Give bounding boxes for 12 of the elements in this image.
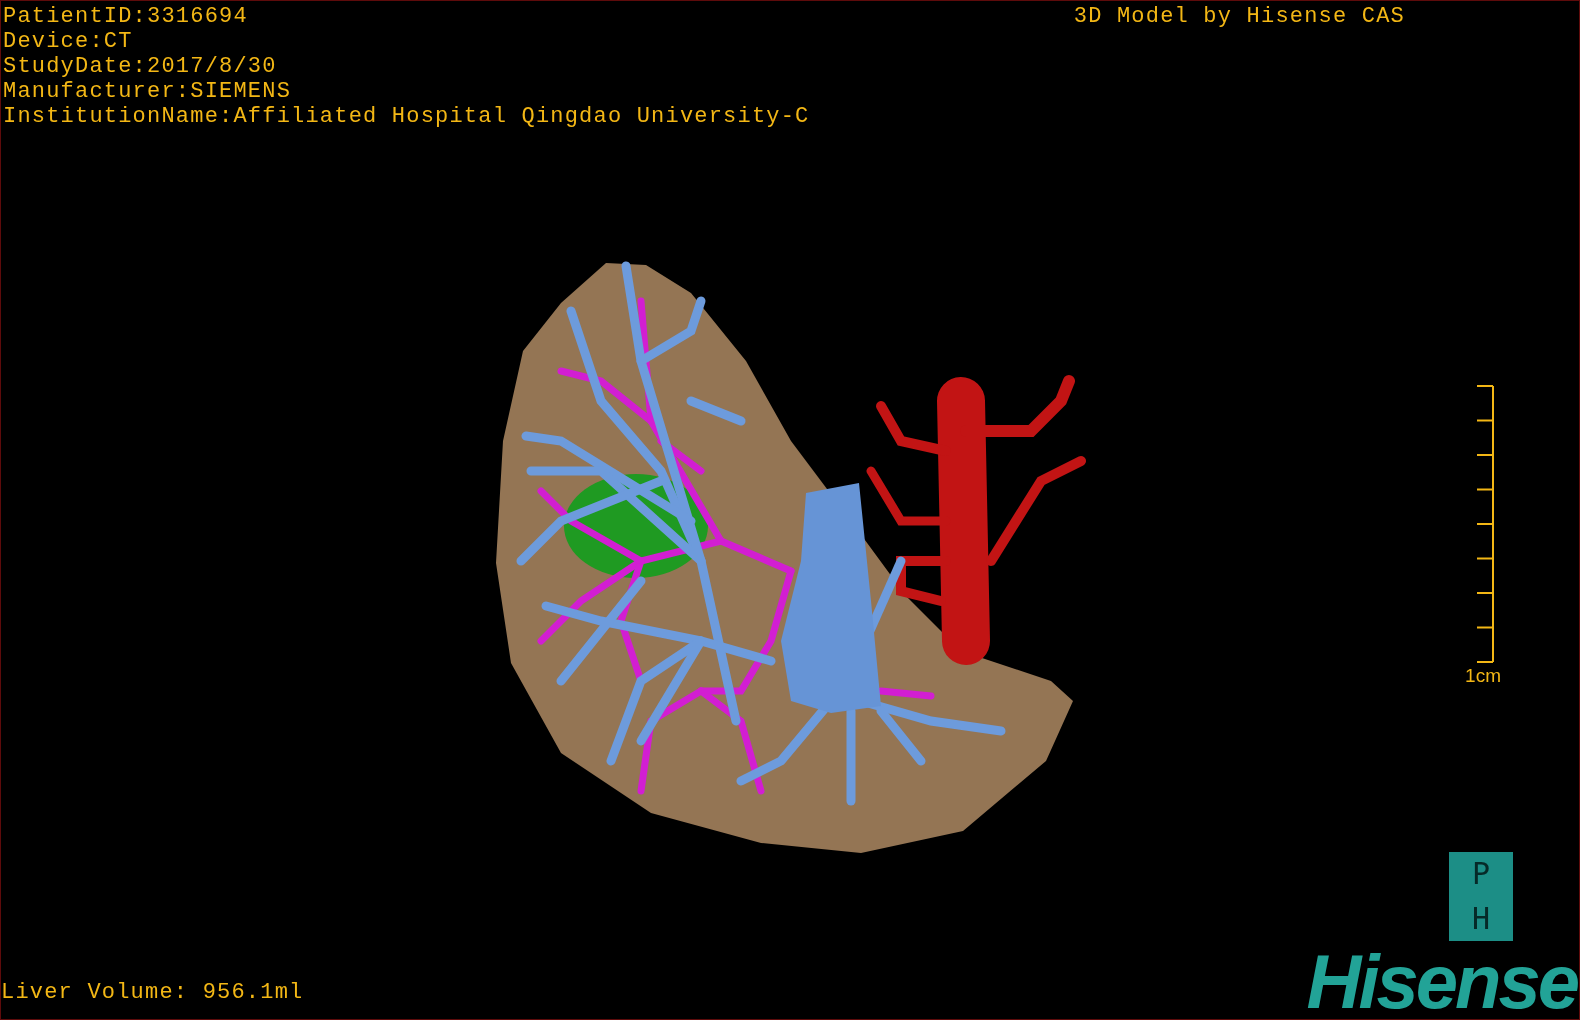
patient-info-text: PatientID:3316694 [3, 4, 248, 29]
viewer-title: 3D Model by Hisense CAS [1073, 4, 1405, 29]
logo-wordmark: Hisense [1306, 951, 1577, 1013]
scale-label: 1cm [1465, 666, 1501, 686]
scale-bar-icon [1475, 384, 1495, 664]
liver-volume-text: Liver Volume: 956.1ml [1, 980, 304, 1005]
patient-info-text: StudyDate:2017/8/30 [3, 54, 277, 79]
badge-letter: P [1471, 858, 1491, 891]
patient-info-text: InstitutionName:Affiliated Hospital Qingdao University-C [3, 104, 810, 129]
patient-info-text: Device:CT [3, 29, 133, 54]
patient-info-text: Manufacturer:SIEMENS [3, 79, 292, 104]
badge-letter: H [1471, 902, 1491, 935]
